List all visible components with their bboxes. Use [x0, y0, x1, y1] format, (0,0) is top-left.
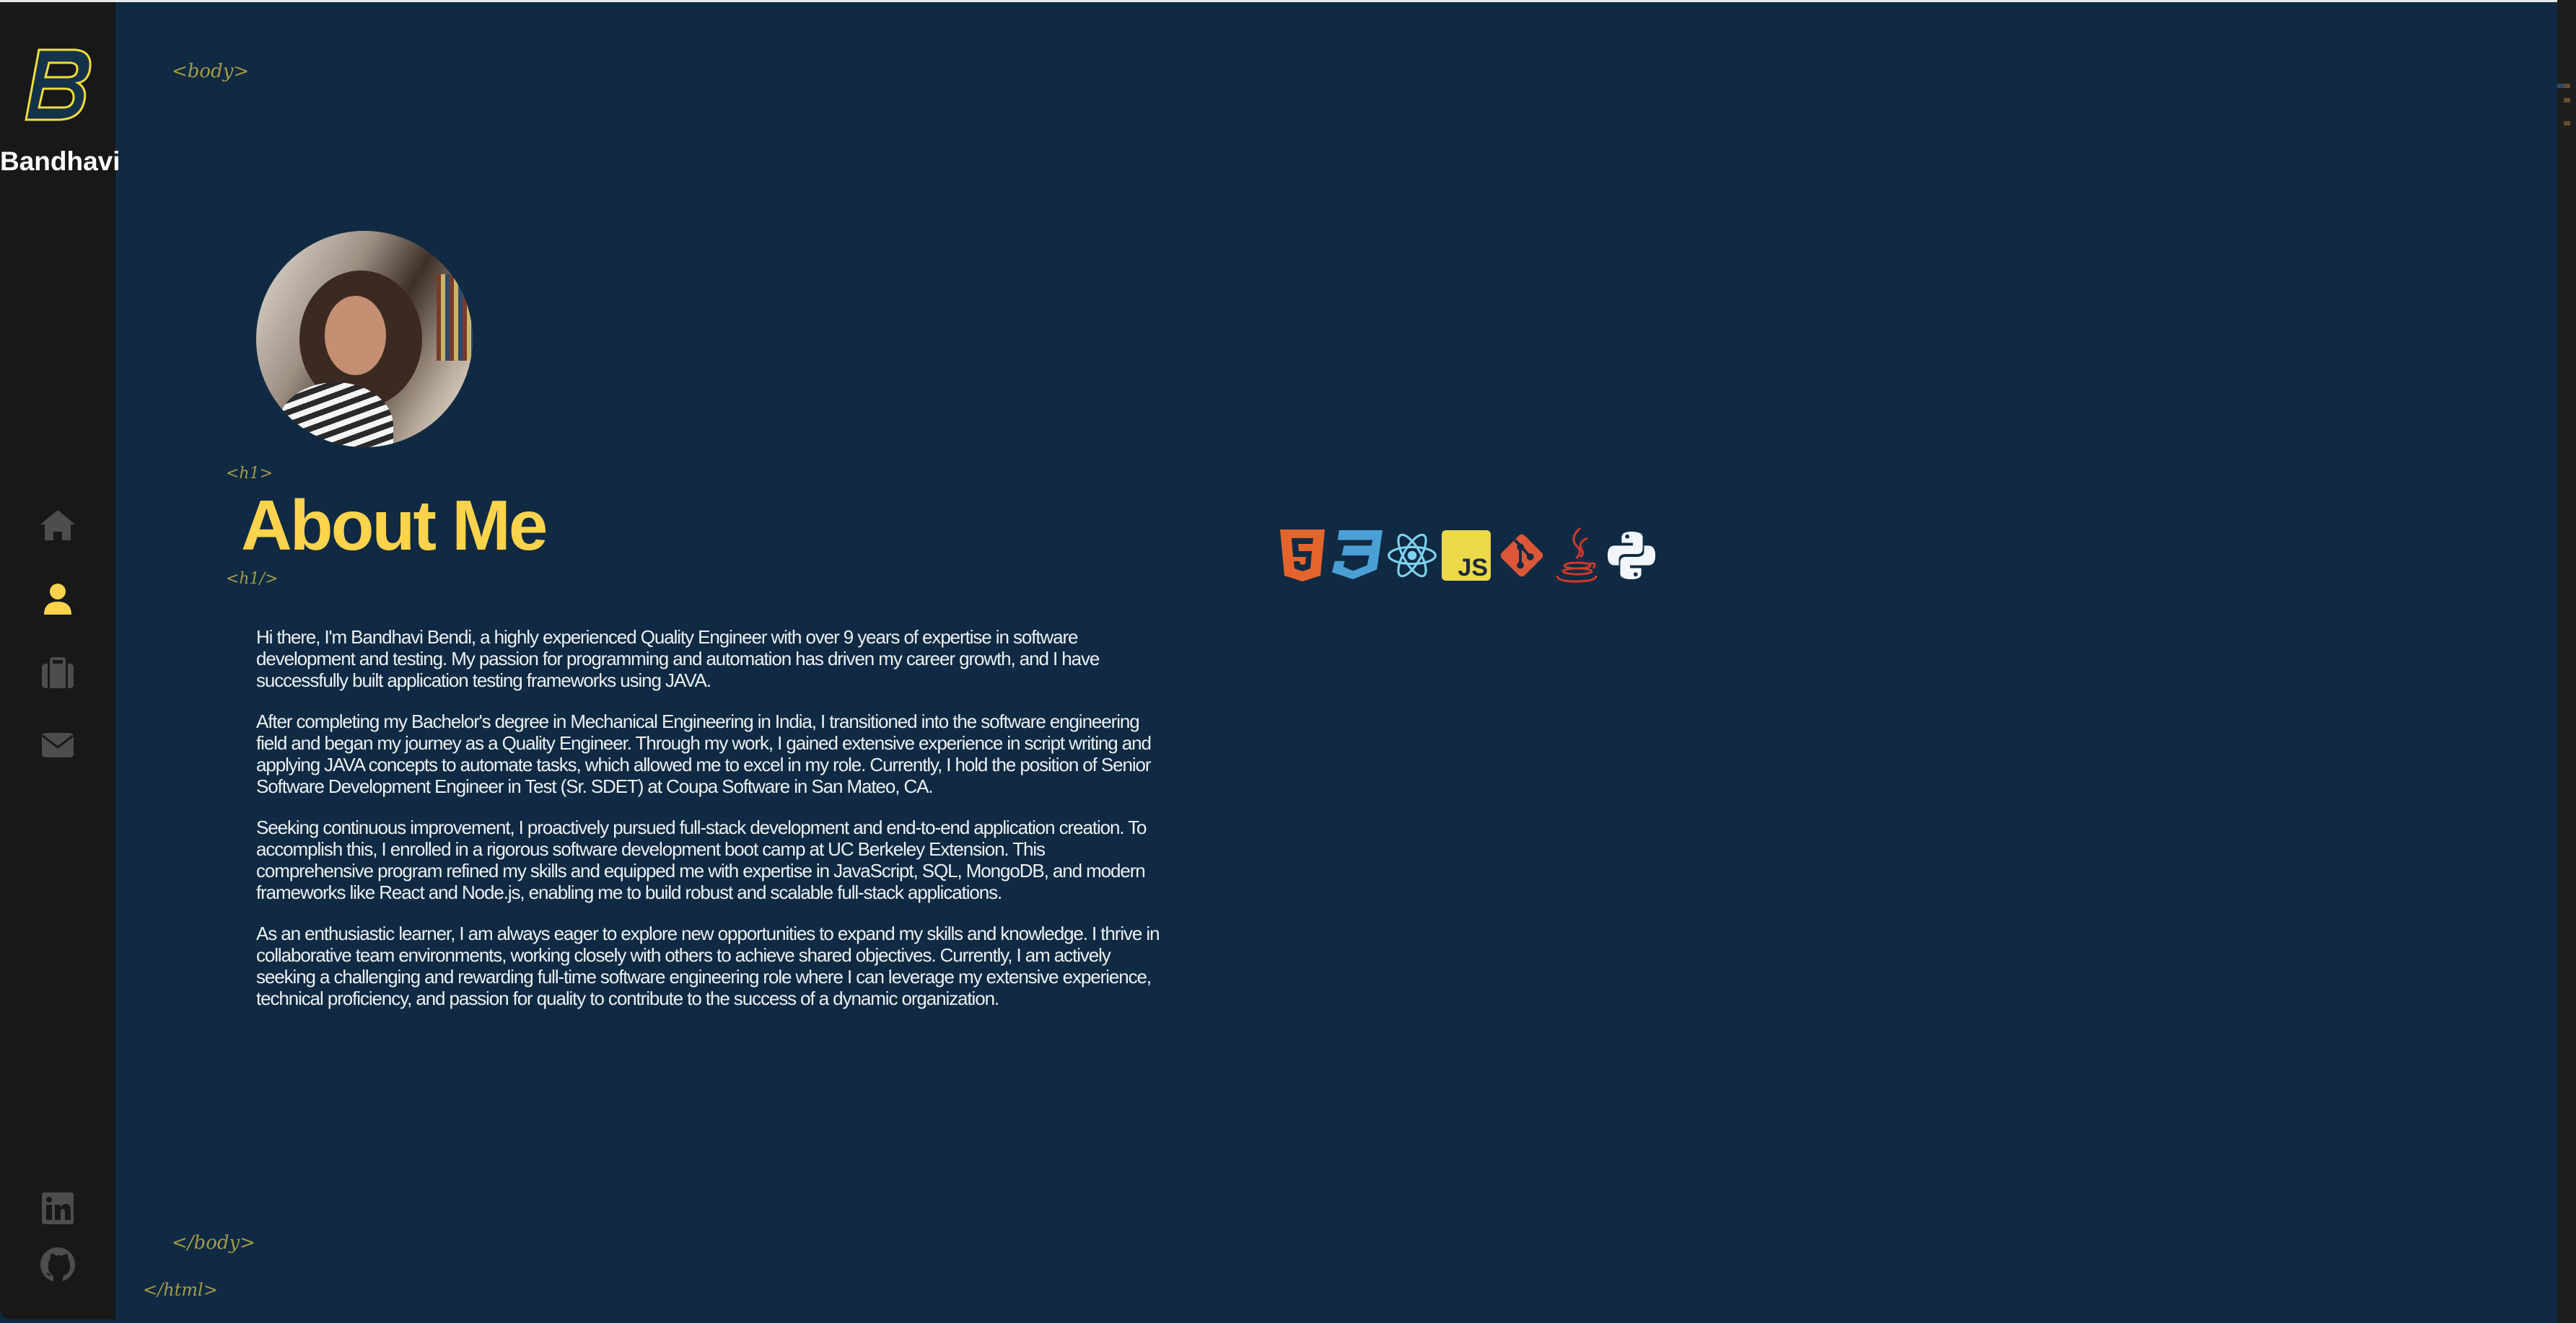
- body-close-tag: </body>: [172, 1232, 255, 1254]
- nav-about[interactable]: [39, 581, 76, 619]
- edge-marker: [2564, 98, 2570, 102]
- github-icon: [40, 1247, 75, 1282]
- html5-icon: [1277, 527, 1328, 584]
- about-text: Hi there, I'm Bandhavi Bendi, a highly e…: [256, 626, 1165, 1029]
- about-paragraph: Hi there, I'm Bandhavi Bendi, a highly e…: [256, 626, 1100, 691]
- profile-photo: [256, 231, 473, 447]
- git-icon: [1497, 527, 1547, 584]
- envelope-icon: [42, 733, 74, 757]
- python-icon: [1606, 527, 1657, 584]
- edge-marker: [2564, 121, 2570, 126]
- photo-bookshelf: [437, 274, 473, 361]
- react-icon: [1387, 527, 1437, 584]
- html-close-tag: </html>: [143, 1280, 218, 1300]
- page-title: About Me: [241, 485, 548, 565]
- h1-close-tag: <h1/>: [226, 570, 279, 588]
- brand-name: Bandhavi: [0, 146, 121, 176]
- edge-marker: [2557, 84, 2564, 88]
- nav-home[interactable]: [39, 507, 76, 545]
- github-link[interactable]: [39, 1246, 76, 1283]
- sidebar: Bandhavi: [0, 2, 121, 1319]
- body-open-tag: <body>: [172, 61, 250, 82]
- linkedin-icon: [42, 1192, 74, 1224]
- briefcase-icon: [42, 657, 74, 688]
- user-icon: [44, 584, 71, 615]
- devtools-edge: [2557, 0, 2576, 1323]
- window-top-border: [0, 0, 2557, 2]
- home-icon: [40, 510, 75, 540]
- javascript-icon: JS: [1442, 527, 1492, 584]
- about-paragraph: Seeking continuous improvement, I proact…: [256, 817, 1147, 903]
- logo-b-icon: [25, 48, 92, 121]
- h1-open-tag: <h1>: [226, 465, 273, 483]
- css3-icon: [1332, 527, 1383, 584]
- logo-link[interactable]: [23, 47, 95, 123]
- skills-icons: JS: [1277, 527, 1657, 584]
- nav-contact[interactable]: [39, 727, 76, 765]
- linkedin-link[interactable]: [39, 1190, 76, 1227]
- edge-marker: [2564, 84, 2570, 88]
- javascript-label: JS: [1458, 554, 1488, 581]
- about-paragraph: After completing my Bachelor's degree in…: [256, 711, 1152, 797]
- photo-face: [325, 296, 386, 375]
- nav-portfolio[interactable]: [39, 655, 76, 693]
- about-paragraph: As an enthusiastic learner, I am always …: [256, 923, 1160, 1009]
- java-icon: [1551, 527, 1602, 584]
